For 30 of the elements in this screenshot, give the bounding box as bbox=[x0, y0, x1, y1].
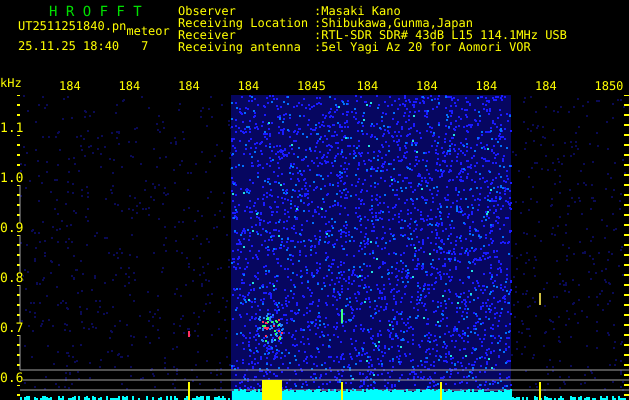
frequency-label: 184 bbox=[416, 80, 438, 92]
amplitude-label: 0.8 bbox=[0, 273, 24, 285]
info-label: Receiving Location bbox=[178, 17, 310, 29]
frequency-label: 184 bbox=[356, 80, 378, 92]
frequency-label: 184 bbox=[535, 80, 557, 92]
frequency-label: 184 bbox=[178, 80, 200, 92]
info-value: :5el Yagi Az 20 for Aomori VOR bbox=[314, 41, 531, 53]
info-label: Receiver bbox=[178, 29, 236, 41]
amplitude-label: 1.0 bbox=[0, 173, 24, 185]
info-value: :RTL-SDR SDR# 43dB L15 114.1MHz USB bbox=[314, 29, 567, 41]
amplitude-label: 0.7 bbox=[0, 323, 24, 335]
amplitude-label: 0.9 bbox=[0, 223, 24, 235]
amplitude-label: 1.1 bbox=[0, 123, 24, 135]
info-value: :Shibukawa,Gunma,Japan bbox=[314, 17, 473, 29]
frequency-label: 184 bbox=[118, 80, 140, 92]
timestamp: 25.11.25 18:40 bbox=[18, 40, 120, 52]
axis-unit: kHz bbox=[0, 77, 22, 89]
info-label: Receiving antenna bbox=[178, 41, 302, 53]
frequency-label: 184 bbox=[476, 80, 498, 92]
info-value: :Masaki Kano bbox=[314, 5, 401, 17]
file-name: UT2511251840.pn bbox=[18, 20, 126, 32]
frequency-label: 1850 bbox=[594, 80, 624, 92]
detection-count: 7 bbox=[141, 40, 148, 52]
detection-label: meteor bbox=[126, 25, 170, 37]
frequency-label: 1845 bbox=[297, 80, 326, 92]
frequency-label: 184 bbox=[59, 80, 81, 92]
amplitude-label: 0.6 bbox=[0, 373, 24, 385]
app-title: H R O F F T bbox=[48, 5, 143, 19]
frequency-label: 184 bbox=[238, 80, 260, 92]
info-label: Observer bbox=[178, 5, 236, 17]
